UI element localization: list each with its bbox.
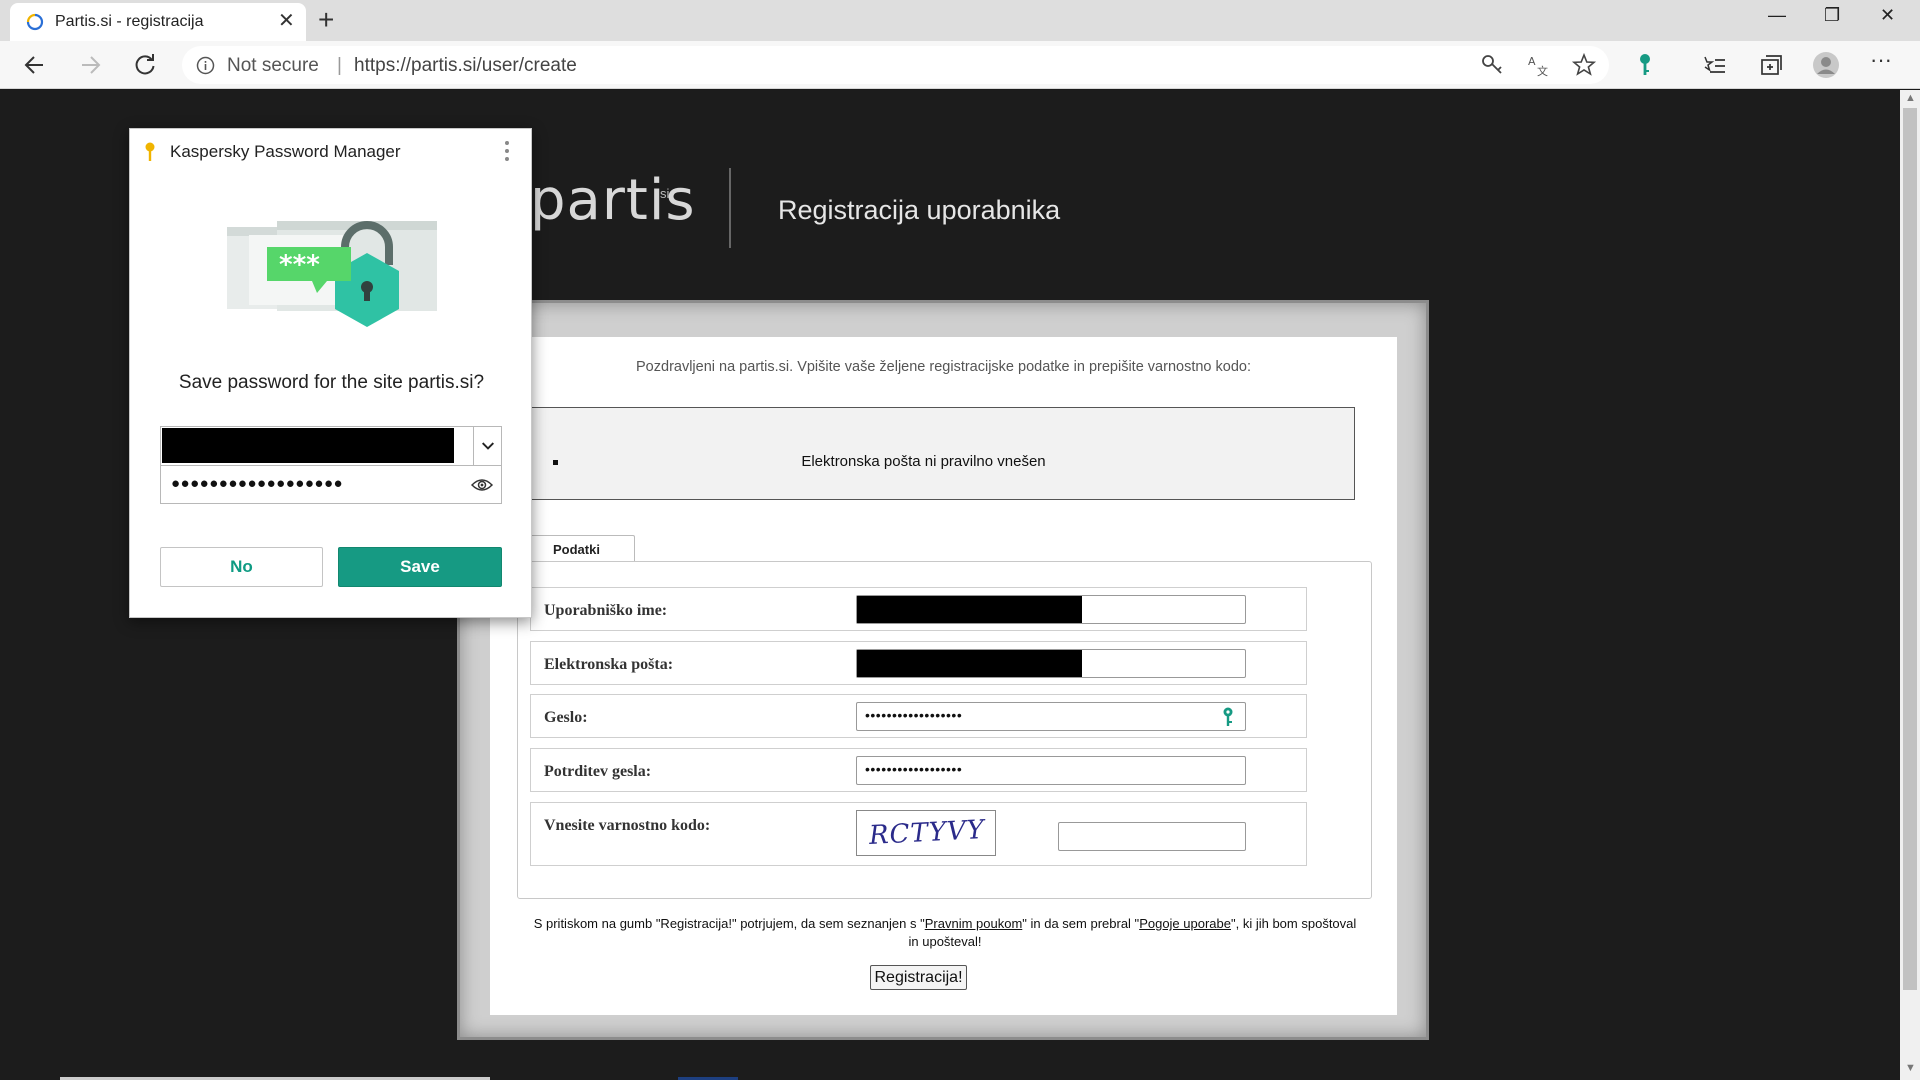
credentials-box: ●●●●●●●●●●●●●●●●●● (160, 426, 502, 504)
kebab-menu-icon[interactable] (502, 139, 512, 163)
captcha-label: Vnesite varnostno kodo: (544, 817, 711, 834)
captcha-text: RCTYVY (868, 814, 986, 852)
favorites-list-icon[interactable] (1701, 51, 1729, 79)
redacted-value (857, 650, 1082, 677)
translate-icon[interactable]: A 文 (1524, 51, 1552, 79)
tab-podatki-label: Podatki (553, 542, 600, 557)
kaspersky-key-icon (145, 142, 155, 161)
field-divider (161, 465, 501, 466)
no-button[interactable]: No (160, 547, 323, 587)
legal-notice-link[interactable]: Pravnim poukom (925, 916, 1023, 931)
header-divider (729, 168, 731, 248)
username-input[interactable] (856, 595, 1246, 624)
favorite-star-icon[interactable] (1570, 51, 1598, 79)
show-password-eye-icon[interactable] (471, 476, 493, 494)
terms-of-use-link[interactable]: Pogoje uporabe (1139, 916, 1231, 931)
url-text[interactable]: https://partis.si/user/create (354, 55, 577, 77)
username-select[interactable] (162, 428, 454, 463)
scrollbar-thumb[interactable] (1903, 108, 1917, 990)
profile-avatar-icon[interactable] (1812, 51, 1840, 79)
tab-close-icon[interactable]: ✕ (278, 10, 295, 32)
captcha-row: Vnesite varnostno kodo: RCTYVY (530, 802, 1307, 866)
refresh-icon[interactable] (131, 51, 159, 79)
more-menu-icon[interactable]: ··· (1870, 47, 1892, 75)
scroll-up-icon[interactable]: ▲ (1905, 92, 1916, 104)
password-row: Geslo: •••••••••••••••••• (530, 694, 1307, 738)
not-secure-label: Not secure (227, 55, 319, 76)
email-row: Elektronska pošta: (530, 641, 1307, 685)
scroll-down-icon[interactable]: ▼ (1905, 1062, 1916, 1074)
page-title: Registracija uporabnika (778, 195, 1061, 225)
kaspersky-key-icon[interactable] (1631, 51, 1659, 79)
confirm-password-row: Potrditev gesla: •••••••••••••••••• (530, 748, 1307, 792)
svg-text:A: A (1528, 55, 1536, 68)
save-button[interactable]: Save (338, 547, 502, 587)
captcha-image: RCTYVY (856, 810, 996, 856)
site-logo[interactable]: partis (530, 168, 696, 233)
welcome-text: Pozdravljeni na partis.si. Vpišite vaše … (636, 359, 1251, 375)
collections-icon[interactable] (1757, 51, 1785, 79)
address-separator: | (337, 55, 342, 76)
password-label: Geslo: (544, 709, 588, 726)
dialog-title: Kaspersky Password Manager (170, 142, 401, 161)
register-button[interactable]: Registracija! (870, 965, 967, 990)
kaspersky-key-icon[interactable] (1219, 705, 1237, 729)
key-password-icon[interactable] (1479, 51, 1507, 79)
password-lock-illustration: *** (227, 221, 437, 327)
save-password-question: Save password for the site partis.si? (178, 372, 485, 393)
password-field[interactable]: ●●●●●●●●●●●●●●●●●● (171, 475, 343, 492)
terms-text: S pritiskom na gumb "Registracija!" potr… (533, 916, 1357, 949)
error-box: Elektronska pošta ni pravilno vnešen (490, 407, 1355, 500)
captcha-input[interactable] (1058, 822, 1246, 851)
site-logo-suffix: si (660, 186, 670, 201)
restore-icon[interactable]: ❐ (1824, 2, 1840, 28)
registration-content: Pozdravljeni na partis.si. Vpišite vaše … (490, 337, 1397, 1015)
password-input[interactable]: •••••••••••••••••• (856, 702, 1246, 731)
address-toolbar: Not secure | https://partis.si/user/crea… (0, 41, 1920, 89)
error-message: Elektronska pošta ni pravilno vnešen (801, 453, 1046, 470)
password-dots: •••••••••••••••••• (865, 761, 963, 777)
redacted-value (857, 596, 1082, 623)
tab-strip: Partis.si - registracija ✕ + — ❐ ✕ (0, 0, 1920, 41)
username-row: Uporabniško ime: (530, 587, 1307, 631)
address-bar[interactable]: Not secure | https://partis.si/user/crea… (182, 46, 1609, 84)
confirm-password-input[interactable]: •••••••••••••••••• (856, 756, 1246, 785)
vertical-scrollbar[interactable]: ▲ ▼ (1900, 90, 1920, 1080)
forward-icon[interactable] (76, 51, 104, 79)
chevron-down-icon[interactable] (473, 427, 502, 465)
confirm-password-label: Potrditev gesla: (544, 763, 652, 780)
back-icon[interactable] (21, 51, 49, 79)
kaspersky-save-password-dialog: Kaspersky Password Manager *** Save pass… (129, 128, 532, 618)
window-close-icon[interactable]: ✕ (1880, 2, 1895, 28)
password-dots: •••••••••••••••••• (865, 707, 963, 723)
new-tab-icon[interactable]: + (318, 4, 334, 36)
loading-icon (26, 13, 44, 31)
minimize-icon[interactable]: — (1768, 2, 1786, 28)
email-input[interactable] (856, 649, 1246, 678)
illustration-stars: *** (279, 250, 320, 280)
svg-text:文: 文 (1537, 64, 1548, 78)
tab-title: Partis.si - registracija (55, 13, 204, 30)
browser-tab-active[interactable]: Partis.si - registracija ✕ (10, 3, 306, 41)
info-icon[interactable] (196, 56, 215, 75)
email-label: Elektronska pošta: (544, 656, 674, 673)
username-label: Uporabniško ime: (544, 602, 668, 619)
